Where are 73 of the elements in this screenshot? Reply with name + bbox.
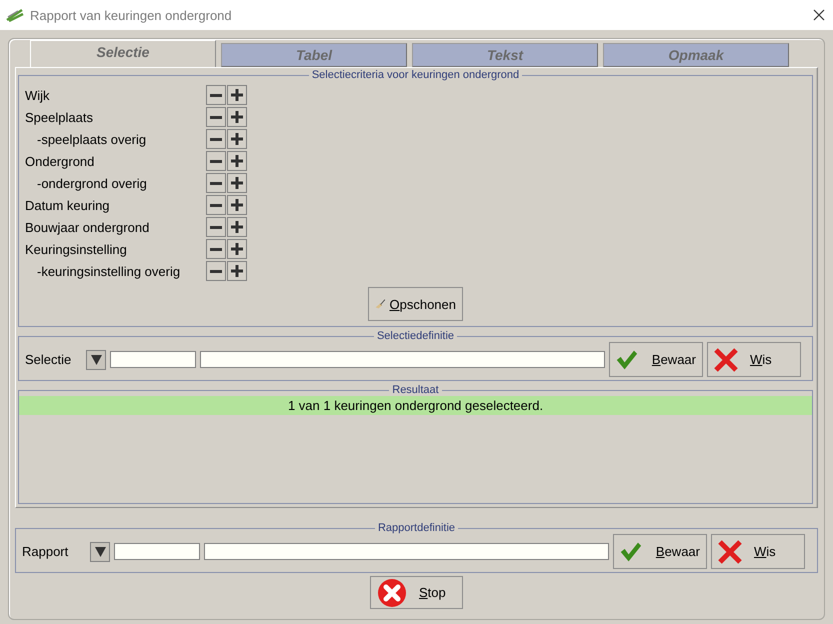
plus-icon bbox=[231, 199, 243, 211]
definition-label: Rapport bbox=[22, 544, 70, 559]
window-title: Rapport van keuringen ondergrond bbox=[30, 8, 233, 22]
plus-icon bbox=[231, 265, 243, 277]
minus-button[interactable] bbox=[206, 239, 226, 259]
cross-icon bbox=[718, 540, 742, 564]
close-icon[interactable] bbox=[813, 9, 825, 21]
criterion-label: Wijk bbox=[25, 88, 51, 102]
code-field[interactable] bbox=[114, 543, 200, 560]
cleanup-button[interactable]: Opschonen bbox=[368, 287, 463, 321]
dropdown-button[interactable] bbox=[90, 542, 110, 562]
plus-button[interactable] bbox=[227, 239, 247, 259]
plus-icon bbox=[231, 111, 243, 123]
group-title: Selectiecriteria voor keuringen ondergrond bbox=[310, 69, 520, 81]
minus-icon bbox=[210, 182, 222, 184]
triangle-icon bbox=[94, 546, 106, 556]
criterion-label: -speelplaats overig bbox=[36, 132, 148, 146]
plus-button[interactable] bbox=[227, 129, 247, 149]
plus-button[interactable] bbox=[227, 173, 247, 193]
minus-icon bbox=[210, 116, 222, 118]
plus-button[interactable] bbox=[227, 107, 247, 127]
save-button[interactable]: Bewaar bbox=[613, 534, 707, 569]
name-field[interactable] bbox=[204, 543, 609, 560]
plus-button[interactable] bbox=[227, 85, 247, 105]
criterion-label: Ondergrond bbox=[25, 154, 96, 168]
plus-icon bbox=[231, 155, 243, 167]
dropdown-button[interactable] bbox=[86, 350, 106, 370]
minus-button[interactable] bbox=[206, 261, 226, 281]
name-field[interactable] bbox=[200, 351, 605, 368]
cross-icon bbox=[714, 348, 738, 372]
triangle-icon bbox=[90, 354, 102, 364]
stop-icon bbox=[377, 578, 407, 608]
criterion-label: -ondergrond overig bbox=[36, 176, 148, 190]
result-message: 1 van 1 keuringen ondergrond geselecteerd. bbox=[19, 396, 812, 415]
minus-icon bbox=[210, 160, 222, 162]
criterion-label: -keuringsinstelling overig bbox=[36, 264, 182, 278]
minus-icon bbox=[210, 270, 222, 272]
group-title: Selectiedefinitie bbox=[376, 330, 456, 342]
plus-icon bbox=[231, 221, 243, 233]
code-field[interactable] bbox=[110, 351, 196, 368]
clear-button[interactable]: Wis bbox=[707, 342, 801, 377]
clear-button[interactable]: Wis bbox=[711, 534, 805, 569]
plus-icon bbox=[231, 243, 243, 255]
minus-button[interactable] bbox=[206, 195, 226, 215]
plus-button[interactable] bbox=[227, 217, 247, 237]
plus-icon bbox=[231, 89, 243, 101]
plus-icon bbox=[231, 177, 243, 189]
group-title: Resultaat bbox=[391, 384, 440, 396]
criterion-label: Speelplaats bbox=[25, 110, 94, 124]
plus-icon bbox=[231, 133, 243, 145]
tab[interactable]: Selectie bbox=[30, 40, 216, 67]
stop-button[interactable]: Stop bbox=[370, 576, 463, 609]
minus-icon bbox=[210, 138, 222, 140]
minus-icon bbox=[210, 94, 222, 96]
criterion-label: Bouwjaar ondergrond bbox=[25, 220, 150, 234]
minus-button[interactable] bbox=[206, 85, 226, 105]
minus-button[interactable] bbox=[206, 151, 226, 171]
minus-icon bbox=[210, 248, 222, 250]
minus-icon bbox=[210, 226, 222, 228]
minus-button[interactable] bbox=[206, 173, 226, 193]
minus-button[interactable] bbox=[206, 129, 226, 149]
plus-button[interactable] bbox=[227, 195, 247, 215]
save-button[interactable]: Bewaar bbox=[609, 342, 703, 377]
app-icon bbox=[6, 8, 24, 22]
group-title: Rapportdefinitie bbox=[376, 522, 456, 534]
minus-icon bbox=[210, 204, 222, 206]
criterion-label: Datum keuring bbox=[25, 198, 111, 212]
plus-button[interactable] bbox=[227, 151, 247, 171]
minus-button[interactable] bbox=[206, 107, 226, 127]
definition-label: Selectie bbox=[25, 352, 72, 367]
plus-button[interactable] bbox=[227, 261, 247, 281]
criterion-label: Keuringsinstelling bbox=[25, 242, 128, 256]
minus-button[interactable] bbox=[206, 217, 226, 237]
